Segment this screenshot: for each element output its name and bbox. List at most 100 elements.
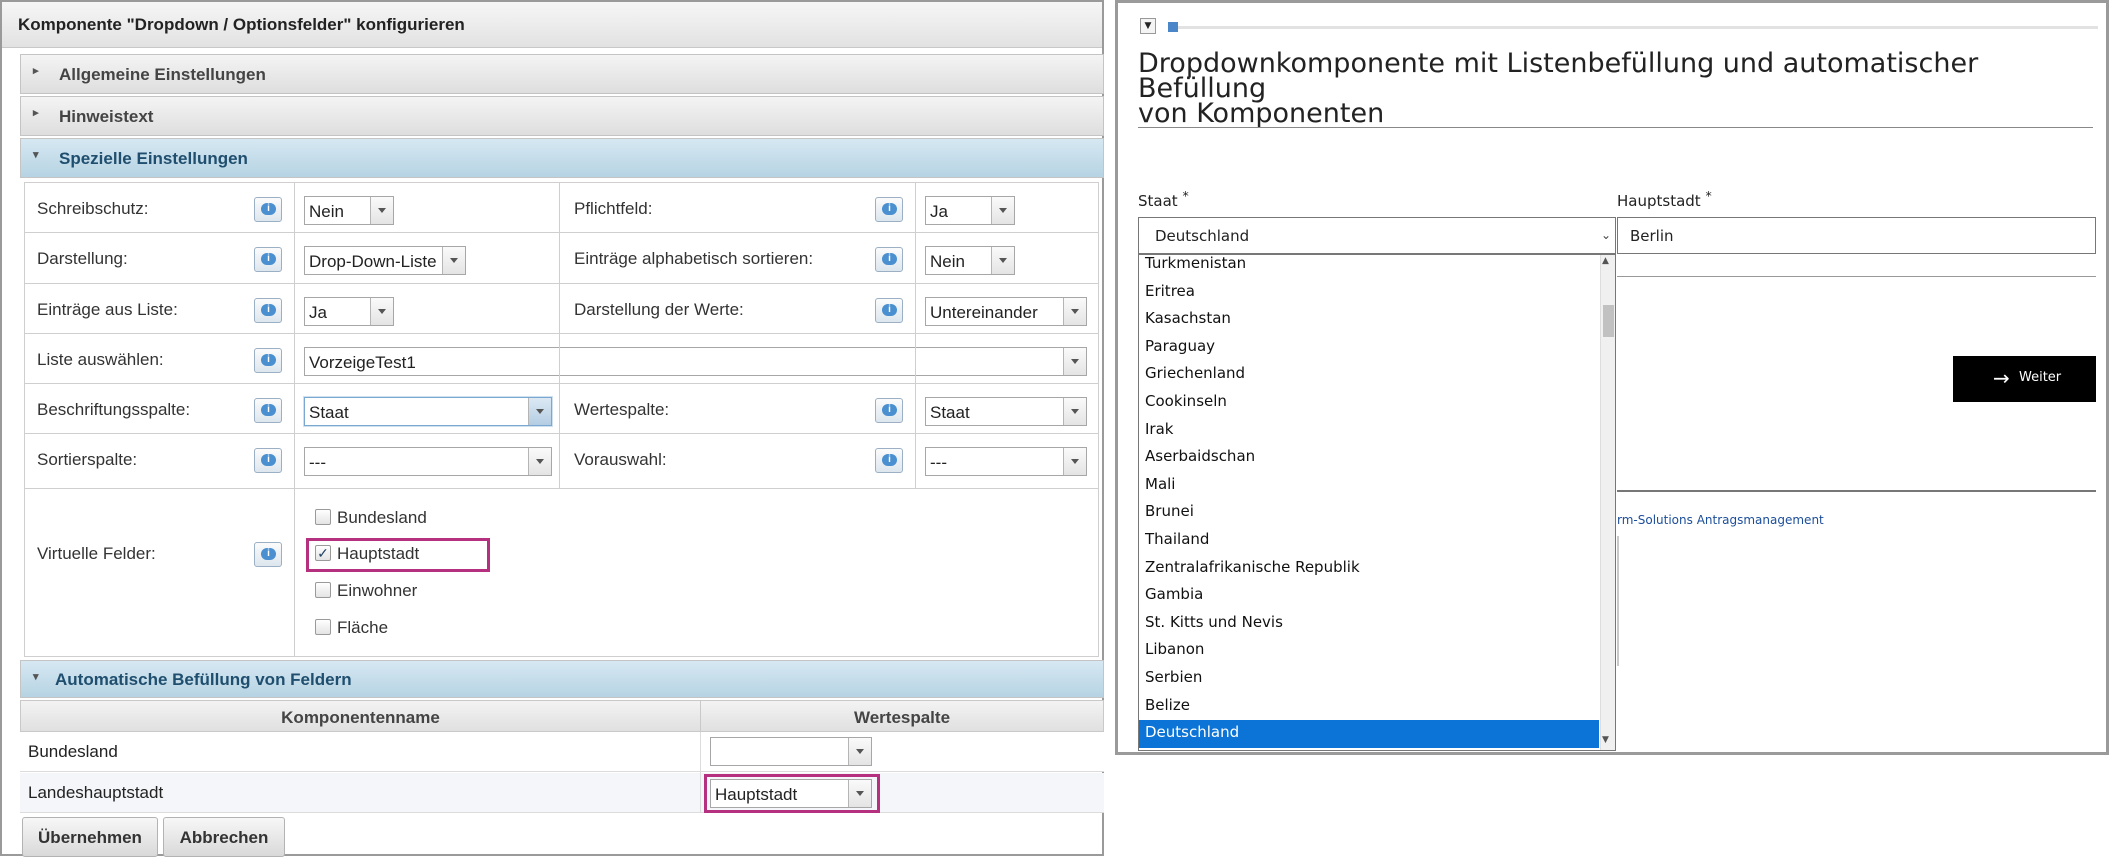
row-wertespalte-select[interactable]: Hauptstadt <box>710 779 872 808</box>
cancel-button[interactable]: Abbrechen <box>163 817 285 857</box>
collapse-toggle-icon[interactable]: ▼ <box>1140 18 1156 34</box>
progress-indicator <box>1168 22 1178 32</box>
scroll-down-icon[interactable]: ▼ <box>1602 735 1609 745</box>
aus-liste-select[interactable]: Ja <box>304 297 394 326</box>
vorauswahl-select[interactable]: --- <box>925 447 1087 476</box>
dropdown-option[interactable]: Aserbaidschan <box>1139 444 1599 472</box>
sortieren-select[interactable]: Nein <box>925 246 1015 275</box>
darstellung-select[interactable]: Drop-Down-Liste <box>304 246 466 275</box>
section-autofill-label: Automatische Befüllung von Feldern <box>55 670 352 689</box>
form-heading-line2: von Komponenten <box>1138 98 1385 129</box>
darstellung-werte-select[interactable]: Untereinander <box>925 297 1087 326</box>
section-hint[interactable]: ▸ Hinweistext <box>20 96 1104 136</box>
weiter-button[interactable]: → Weiter <box>1953 356 2096 402</box>
row-name: Bundesland <box>28 742 118 761</box>
dropdown-option[interactable]: St. Kitts und Nevis <box>1139 610 1599 638</box>
label-darstellung-werte: Darstellung der Werte: <box>574 300 744 319</box>
section-autofill[interactable]: ▾ Automatische Befüllung von Feldern <box>20 660 1104 698</box>
col-divider <box>700 732 701 813</box>
progress-track <box>1178 26 2098 29</box>
col-divider <box>294 182 295 657</box>
dropdown-option[interactable]: Mali <box>1139 472 1599 500</box>
dropdown-option[interactable]: Brunei <box>1139 499 1599 527</box>
dropdown-option[interactable]: Deutschland <box>1139 720 1599 748</box>
help-icon[interactable]: i <box>875 197 903 222</box>
section-special-label: Spezielle Einstellungen <box>59 149 248 168</box>
label-sortieren: Einträge alphabetisch sortieren: <box>574 249 814 268</box>
beschriftung-select[interactable]: Staat <box>304 397 552 426</box>
row-name: Landeshauptstadt <box>28 783 164 802</box>
liste-select[interactable]: VorzeigeTest1 <box>304 347 1087 376</box>
dropdown-option[interactable]: Belize <box>1139 693 1599 721</box>
hauptstadt-input[interactable]: Berlin <box>1617 217 2096 254</box>
dropdown-option[interactable]: Thailand <box>1139 527 1599 555</box>
staat-select[interactable]: Deutschland ⌄ <box>1138 217 1616 254</box>
triangle-right-icon: ▸ <box>33 107 39 119</box>
checkbox-bundesland-label: Bundesland <box>337 508 427 527</box>
dropdown-option[interactable]: Gambia <box>1139 582 1599 610</box>
help-icon[interactable]: i <box>254 448 282 473</box>
row-divider <box>1617 276 2096 277</box>
label-aus-liste: Einträge aus Liste: <box>37 300 178 319</box>
checkbox-flaeche-label: Fläche <box>337 618 389 637</box>
checkbox-hauptstadt[interactable]: ✓ <box>315 545 331 561</box>
scrollbar-thumb[interactable] <box>1603 305 1614 337</box>
dropdown-option[interactable]: Kasachstan <box>1139 306 1599 334</box>
scrollbar[interactable]: ▲ ▼ <box>1600 255 1615 750</box>
checkbox-bundesland[interactable] <box>315 509 331 525</box>
help-icon[interactable]: i <box>254 247 282 272</box>
dropdown-option[interactable]: Griechenland <box>1139 361 1599 389</box>
help-icon[interactable]: i <box>254 197 282 222</box>
pflichtfeld-select[interactable]: Ja <box>925 196 1015 225</box>
checkbox-einwohner[interactable] <box>315 582 331 598</box>
form-preview: ▼ Dropdownkomponente mit Listenbefüllung… <box>1115 0 2109 755</box>
label-darstellung: Darstellung: <box>37 249 128 268</box>
row-divider <box>24 232 1099 233</box>
sortierspalte-select[interactable]: --- <box>304 447 552 476</box>
label-beschriftung: Beschriftungsspalte: <box>37 400 191 419</box>
row-divider <box>24 333 1099 334</box>
help-icon[interactable]: i <box>254 298 282 323</box>
help-icon[interactable]: i <box>254 348 282 373</box>
arrow-right-icon: → <box>1993 366 2010 390</box>
dropdown-option[interactable]: Irak <box>1139 417 1599 445</box>
help-icon[interactable]: i <box>875 448 903 473</box>
col-divider <box>915 182 916 488</box>
section-special[interactable]: ▾ Spezielle Einstellungen <box>20 138 1104 178</box>
triangle-down-icon: ▾ <box>33 149 39 161</box>
help-icon[interactable]: i <box>875 298 903 323</box>
footer-divider <box>1617 490 2096 492</box>
checkbox-hauptstadt-label: Hauptstadt <box>337 544 420 563</box>
dropdown-option[interactable]: Cookinseln <box>1139 389 1599 417</box>
apply-button[interactable]: Übernehmen <box>22 817 158 857</box>
grid-header-komponentenname: Komponentenname <box>20 700 701 732</box>
help-icon[interactable]: i <box>875 247 903 272</box>
triangle-right-icon: ▸ <box>33 65 39 77</box>
wertespalte-select[interactable]: Staat <box>925 397 1087 426</box>
checkbox-flaeche[interactable] <box>315 619 331 635</box>
dropdown-option[interactable]: Paraguay <box>1139 334 1599 362</box>
help-icon[interactable]: i <box>254 542 282 567</box>
help-icon[interactable]: i <box>254 398 282 423</box>
dropdown-option[interactable]: Zentralafrikanische Republik <box>1139 555 1599 583</box>
row-divider <box>24 488 1099 489</box>
dropdown-option[interactable]: Turkmenistan <box>1139 255 1599 279</box>
config-dialog: Komponente "Dropdown / Optionsfelder" ko… <box>0 0 1104 857</box>
grid-header-wertespalte: Wertespalte <box>700 700 1104 732</box>
dropdown-option[interactable]: Serbien <box>1139 665 1599 693</box>
section-general[interactable]: ▸ Allgemeine Einstellungen <box>20 54 1104 94</box>
dropdown-option[interactable]: Libanon <box>1139 637 1599 665</box>
row-wertespalte-select[interactable] <box>710 737 872 766</box>
label-schreibschutz: Schreibschutz: <box>37 199 149 218</box>
staat-dropdown-list[interactable]: Turkmenistan Eritrea Kasachstan Paraguay Gri… <box>1138 254 1616 751</box>
label-vorauswahl: Vorauswahl: <box>574 450 667 469</box>
dropdown-option[interactable]: Eritrea <box>1139 279 1599 307</box>
label-liste: Liste auswählen: <box>37 350 164 369</box>
schreibschutz-select[interactable]: Nein <box>304 196 394 225</box>
help-icon[interactable]: i <box>875 398 903 423</box>
checkbox-einwohner-label: Einwohner <box>337 581 418 600</box>
scroll-up-icon[interactable]: ▲ <box>1602 256 1609 266</box>
table-row: Landeshauptstadt Hauptstadt <box>20 773 1104 813</box>
footer-link[interactable]: rm-Solutions Antragsmanagement <box>1617 513 1824 527</box>
row-divider <box>24 383 1099 384</box>
